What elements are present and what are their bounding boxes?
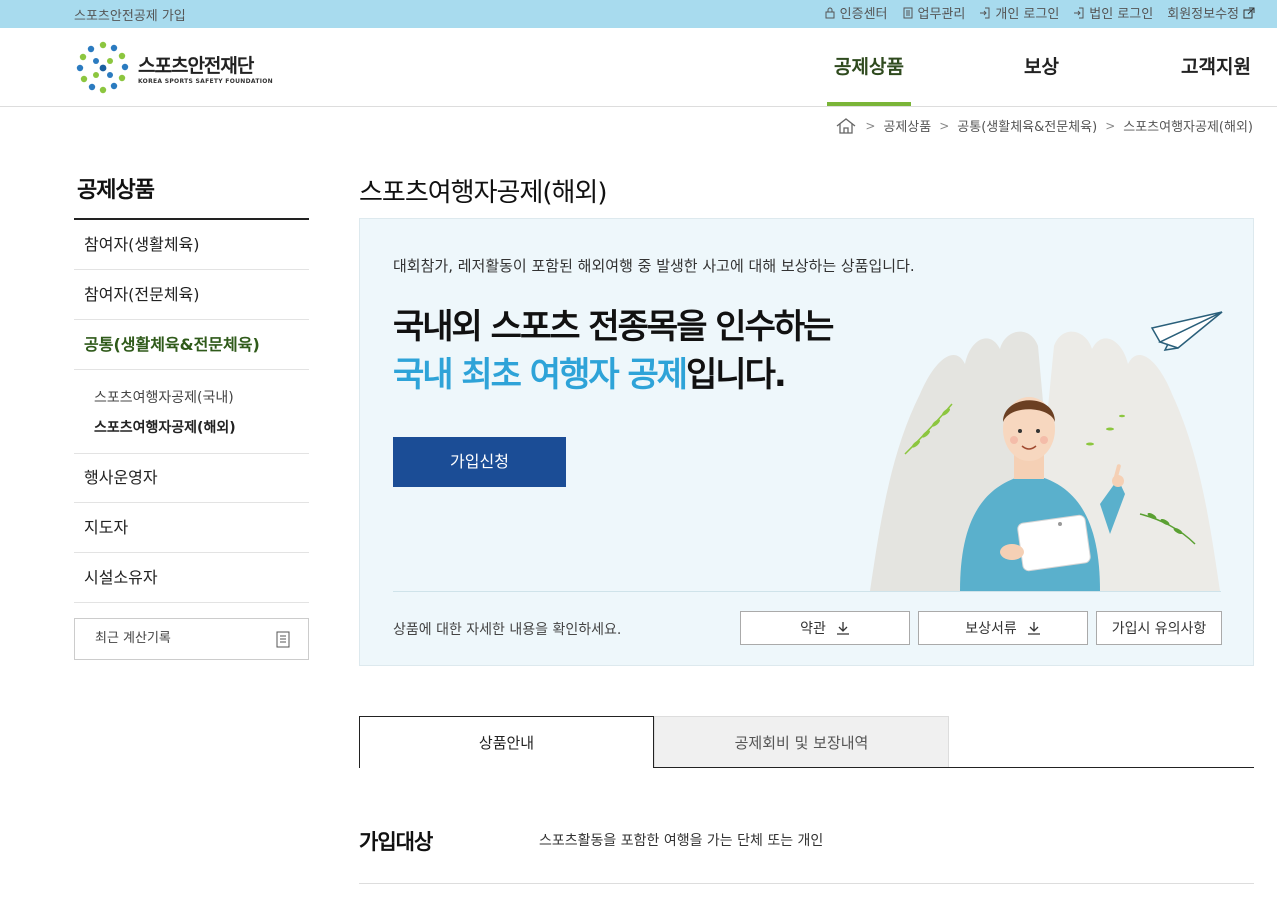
section-value: 스포츠활동을 포함한 여행을 가는 단체 또는 개인: [539, 833, 824, 849]
sidebar-subitem-domestic[interactable]: 스포츠여행자공제(국내): [94, 387, 234, 407]
page-title: 스포츠여행자공제(해외): [359, 178, 607, 208]
terms-download-button[interactable]: 약관: [740, 611, 910, 645]
download-icon: [836, 622, 849, 635]
gnb-support[interactable]: 고객지원: [1181, 28, 1251, 106]
section-label: 가입대상: [359, 830, 433, 854]
sidebar-item-participant-pro[interactable]: 참여자(전문체육): [74, 270, 309, 320]
logo-name-ko: 스포츠안전재단: [138, 55, 254, 77]
external-link-icon: [1243, 7, 1255, 19]
gnb-compensation[interactable]: 보상: [1024, 28, 1059, 106]
gnb-products[interactable]: 공제상품: [827, 28, 911, 106]
join-link[interactable]: 스포츠안전공제 가입: [74, 5, 186, 24]
breadcrumb-item[interactable]: 공통(생활체육&전문체육): [957, 116, 1097, 135]
sidebar-title: 공제상품: [77, 178, 155, 203]
headline-line2: 국내 최초 여행자 공제입니다.: [393, 355, 787, 395]
sidebar-subitem-overseas[interactable]: 스포츠여행자공제(해외): [94, 417, 236, 437]
sidebar-submenu: [74, 371, 309, 454]
sidebar-item-instructor[interactable]: 지도자: [74, 503, 309, 553]
work-manage-link[interactable]: 업무관리: [902, 3, 965, 22]
logo-name-en: KOREA SPORTS SAFETY FOUNDATION: [138, 78, 273, 85]
breadcrumb-item[interactable]: 공제상품: [883, 116, 931, 135]
breadcrumb-current: 스포츠여행자공제(해외): [1123, 120, 1253, 135]
corporate-login-link[interactable]: 법인 로그인: [1073, 3, 1153, 22]
chevron-right-icon: >: [1105, 118, 1116, 133]
logo-emblem-icon: [76, 41, 129, 94]
document-icon: [276, 631, 290, 648]
panel-divider: [393, 591, 1221, 592]
product-description: 대회참가, 레저활동이 포함된 해외여행 중 발생한 사고에 대해 보상하는 상…: [393, 257, 915, 275]
login-icon: [979, 7, 991, 19]
tab-fee-coverage[interactable]: 공제회비 및 보장내역: [654, 716, 949, 768]
login-icon: [1073, 7, 1085, 19]
sidebar-item-event-operator[interactable]: 행사운영자: [74, 453, 309, 503]
document-icon: [902, 7, 914, 19]
claim-docs-download-button[interactable]: 보상서류: [918, 611, 1088, 645]
sidebar-item-participant-life[interactable]: 참여자(생활체육): [74, 220, 309, 270]
breadcrumb: > 공제상품 > 공통(생활체육&전문체육) > 스포츠여행자공제(해외): [835, 116, 1253, 135]
chevron-right-icon: >: [865, 118, 876, 133]
site-logo[interactable]: 스포츠안전재단 KOREA SPORTS SAFETY FOUNDATION: [74, 39, 273, 97]
download-icon: [1027, 622, 1040, 635]
headline-line1: 국내외 스포츠 전종목을 인수하는: [393, 307, 834, 347]
personal-login-link[interactable]: 개인 로그인: [979, 3, 1059, 22]
chevron-right-icon: >: [939, 118, 950, 133]
join-notice-button[interactable]: 가입시 유의사항: [1096, 611, 1222, 645]
hands-person-illustration: [870, 311, 1223, 591]
home-icon[interactable]: [835, 117, 857, 135]
cert-center-link[interactable]: 인증센터: [824, 3, 888, 22]
top-utility-bar: 스포츠안전공제 가입 인증센터 업무관리 개인 로그인 법인 로그인 회원정보수…: [0, 0, 1277, 28]
site-header: 스포츠안전재단 KOREA SPORTS SAFETY FOUNDATION 공…: [0, 28, 1277, 107]
lock-icon: [824, 7, 836, 19]
sidebar-item-common[interactable]: 공통(생활체육&전문체육): [74, 320, 309, 370]
section-divider: [359, 883, 1254, 884]
sidebar-item-facility-owner[interactable]: 시설소유자: [74, 553, 309, 603]
tab-product-info[interactable]: 상품안내: [359, 716, 654, 768]
utility-links: 인증센터 업무관리 개인 로그인 법인 로그인 회원정보수정: [824, 3, 1255, 22]
member-edit-link[interactable]: 회원정보수정: [1167, 3, 1255, 22]
tab-baseline: [653, 767, 1254, 768]
product-panel: 대회참가, 레저활동이 포함된 해외여행 중 발생한 사고에 대해 보상하는 상…: [359, 218, 1254, 666]
recent-calc-button[interactable]: 최근 계산기록: [74, 618, 309, 660]
join-apply-button[interactable]: 가입신청: [393, 437, 566, 487]
product-info-text: 상품에 대한 자세한 내용을 확인하세요.: [393, 622, 622, 638]
